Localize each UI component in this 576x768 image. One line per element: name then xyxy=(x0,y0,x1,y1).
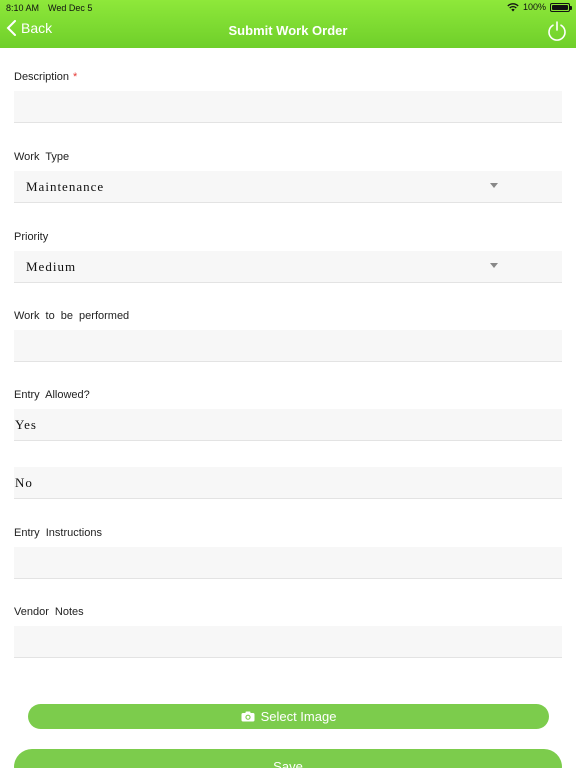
save-button[interactable]: Save xyxy=(14,749,562,768)
option-no-label: No xyxy=(15,475,33,490)
power-icon[interactable] xyxy=(546,20,568,42)
priority-select[interactable]: Medium xyxy=(14,251,562,283)
entry-instructions-label: Entry Instructions xyxy=(14,527,102,539)
entry-instructions-field[interactable] xyxy=(14,547,562,579)
vendor-notes-label: Vendor Notes xyxy=(14,606,84,618)
battery-icon xyxy=(550,2,572,12)
header-bar: 8:10 AM Wed Dec 5 100% Back Submit Work … xyxy=(0,0,576,48)
status-date: Wed Dec 5 xyxy=(48,3,93,13)
entry-allowed-option-yes[interactable]: Yes xyxy=(14,409,562,441)
battery-level xyxy=(552,4,568,10)
option-yes-label: Yes xyxy=(15,417,37,432)
work-performed-field[interactable] xyxy=(14,330,562,362)
camera-icon xyxy=(241,711,255,722)
battery-percent: 100% xyxy=(522,2,546,12)
work-type-label: Work Type xyxy=(14,151,70,163)
wifi-icon xyxy=(507,2,519,11)
entry-allowed-option-no[interactable]: No xyxy=(14,467,562,499)
work-type-value: Maintenance xyxy=(26,179,105,194)
chevron-down-icon xyxy=(490,263,498,268)
chevron-down-icon xyxy=(490,183,498,188)
select-image-label: Select Image xyxy=(260,709,337,724)
save-label: Save xyxy=(273,759,303,768)
entry-allowed-label: Entry Allowed? xyxy=(14,389,90,401)
priority-label: Priority xyxy=(14,231,49,243)
status-time: 8:10 AM xyxy=(6,3,40,13)
work-type-select[interactable]: Maintenance xyxy=(14,171,562,203)
page-title: Submit Work Order xyxy=(228,23,348,38)
status-bar: 8:10 AM Wed Dec 5 100% xyxy=(0,0,576,16)
required-mark: * xyxy=(73,71,78,83)
priority-value: Medium xyxy=(26,259,77,274)
description-field[interactable] xyxy=(14,91,562,123)
select-image-button[interactable]: Select Image xyxy=(28,704,549,729)
description-label: Description * xyxy=(14,71,77,83)
description-label-text: Description xyxy=(14,71,70,83)
work-performed-label: Work to be performed xyxy=(14,310,130,322)
status-indicators: 100% xyxy=(507,2,572,12)
vendor-notes-field[interactable] xyxy=(14,626,562,658)
